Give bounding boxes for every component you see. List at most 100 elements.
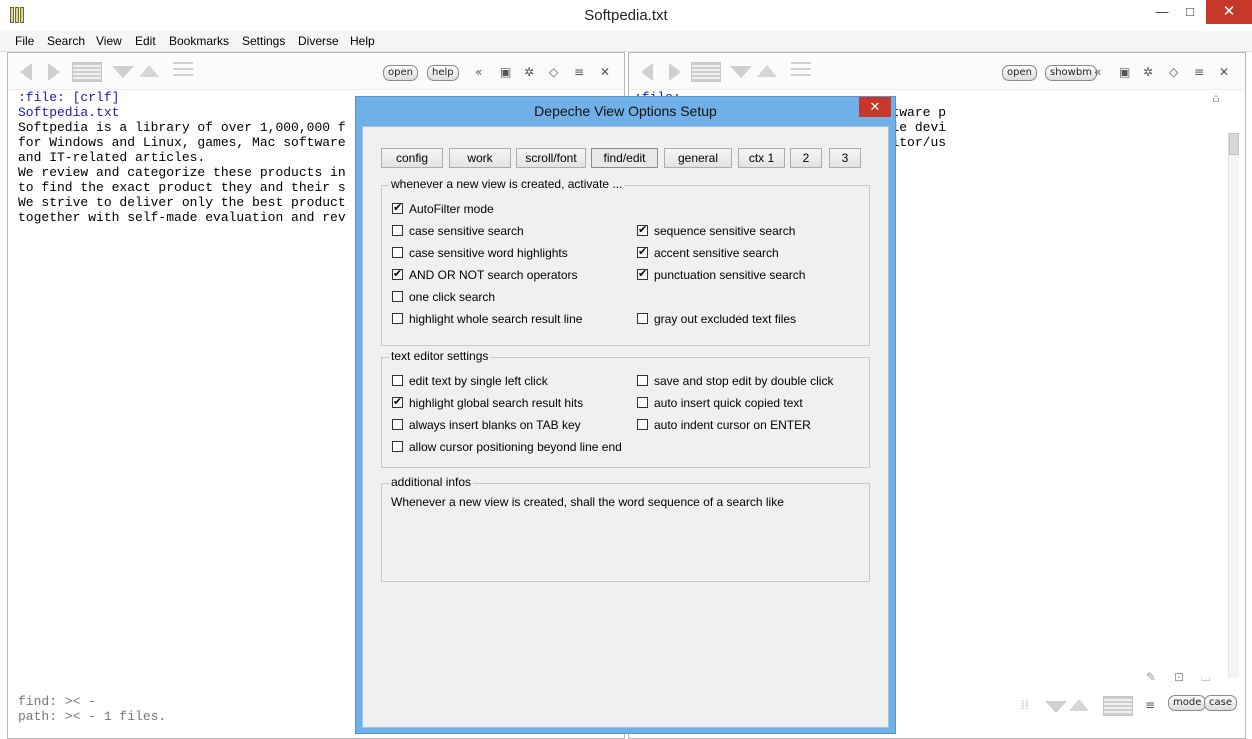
checkbox-box[interactable]: [392, 225, 403, 236]
new-view-group: whenever a new view is created, activate…: [381, 177, 870, 346]
and-or-not-operators-checkbox[interactable]: AND OR NOT search operators: [392, 267, 578, 282]
checkbox-box[interactable]: [392, 247, 403, 258]
pointer-icon[interactable]: ⊡: [1174, 670, 1184, 684]
scroll-down-icon[interactable]: [1045, 701, 1067, 713]
list-view-icon[interactable]: [691, 62, 721, 82]
checkbox-label: save and stop edit by double click: [654, 374, 834, 388]
tab-ctx-1[interactable]: ctx 1: [738, 148, 785, 168]
autofilter-mode-checkbox[interactable]: AutoFilter mode: [392, 201, 494, 216]
collapse-icon[interactable]: ≡: [1194, 65, 1204, 79]
checkbox-box[interactable]: [637, 419, 648, 430]
scrollbar-thumb[interactable]: [1229, 133, 1239, 155]
tab-2[interactable]: 2: [790, 148, 822, 168]
tab-work[interactable]: work: [449, 148, 511, 168]
checkbox-label: highlight whole search result line: [409, 312, 583, 326]
collapse-icon[interactable]: ≡: [574, 65, 584, 79]
tab-find-edit[interactable]: find/edit: [591, 148, 658, 168]
swap-icon[interactable]: ◇: [549, 65, 558, 79]
window-icon[interactable]: ▣: [1119, 65, 1130, 79]
gear-icon[interactable]: ✲: [1143, 65, 1153, 79]
lock-icon[interactable]: ⌂: [1212, 91, 1220, 105]
tab-scroll-font[interactable]: scroll/font: [516, 148, 586, 168]
close-view-icon[interactable]: ✕: [600, 65, 610, 79]
edit-single-click-checkbox[interactable]: edit text by single left click: [392, 374, 548, 388]
checkbox-box[interactable]: [637, 223, 648, 236]
checkbox-box[interactable]: [392, 395, 403, 408]
gear-icon[interactable]: ✲: [524, 65, 534, 79]
window-icon[interactable]: ▣: [500, 65, 511, 79]
back-arrow-icon[interactable]: [641, 63, 653, 81]
highlight-result-line-checkbox[interactable]: highlight whole search result line: [392, 312, 582, 326]
scroll-down-icon[interactable]: [730, 66, 752, 78]
gray-out-excluded-checkbox[interactable]: gray out excluded text files: [637, 312, 796, 326]
dialog-close-button[interactable]: ✕: [859, 97, 891, 117]
open-button[interactable]: open: [383, 65, 418, 81]
case-sensitive-search-checkbox[interactable]: case sensitive search: [392, 224, 524, 238]
forward-arrow-icon[interactable]: [48, 63, 60, 81]
menu-edit[interactable]: Edit: [135, 34, 156, 48]
text-content[interactable]: Softpedia is a library of over 1,000,000…: [18, 120, 346, 225]
mode-button[interactable]: mode: [1168, 695, 1207, 711]
showbm-button[interactable]: showbm: [1045, 65, 1097, 81]
menu-file[interactable]: File: [15, 34, 34, 48]
vertical-scrollbar[interactable]: [1228, 133, 1239, 678]
file-name[interactable]: Softpedia.txt: [18, 105, 119, 120]
checkbox-box[interactable]: [637, 313, 648, 324]
help-button[interactable]: help: [427, 65, 459, 81]
menu-settings[interactable]: Settings: [242, 34, 285, 48]
case-button[interactable]: case: [1204, 695, 1237, 711]
accent-sensitive-checkbox[interactable]: accent sensitive search: [637, 245, 779, 260]
checkbox-box[interactable]: [392, 291, 403, 302]
insert-blanks-tab-checkbox[interactable]: always insert blanks on TAB key: [392, 418, 581, 432]
checkbox-box[interactable]: [637, 245, 648, 258]
checkbox-box[interactable]: [392, 419, 403, 430]
checkbox-box[interactable]: [392, 375, 403, 386]
forward-arrow-icon[interactable]: [669, 63, 681, 81]
checkbox-box[interactable]: [392, 201, 403, 214]
cursor-beyond-line-end-checkbox[interactable]: allow cursor positioning beyond line end: [392, 440, 622, 454]
checkbox-box[interactable]: [392, 267, 403, 280]
maximize-button[interactable]: □: [1176, 0, 1204, 24]
scroll-up-icon[interactable]: [139, 65, 159, 77]
scroll-up-icon[interactable]: [1069, 699, 1089, 711]
tab-config[interactable]: config: [381, 148, 443, 168]
menu-lines-icon[interactable]: [791, 62, 811, 80]
lines-icon[interactable]: ≡: [1145, 698, 1155, 712]
checkbox-box[interactable]: [637, 267, 648, 280]
double-left-icon[interactable]: «: [1094, 65, 1101, 79]
minimize-button[interactable]: —: [1148, 0, 1176, 24]
grid-icon[interactable]: ⁞⁞: [1021, 698, 1029, 712]
menu-view[interactable]: View: [96, 34, 122, 48]
auto-indent-enter-checkbox[interactable]: auto indent cursor on ENTER: [637, 418, 811, 432]
list-view-icon[interactable]: [1103, 696, 1133, 716]
scroll-down-icon[interactable]: [112, 66, 134, 78]
list-view-icon[interactable]: [72, 62, 102, 82]
open-button[interactable]: open: [1002, 65, 1037, 81]
close-view-icon[interactable]: ✕: [1219, 65, 1229, 79]
menu-bookmarks[interactable]: Bookmarks: [169, 34, 229, 48]
auto-insert-copied-checkbox[interactable]: auto insert quick copied text: [637, 396, 803, 410]
checkbox-box[interactable]: [392, 313, 403, 324]
menu-lines-icon[interactable]: [173, 62, 193, 80]
checkbox-box[interactable]: [392, 441, 403, 452]
close-button[interactable]: ✕: [1206, 0, 1252, 24]
scroll-up-icon[interactable]: [757, 65, 777, 77]
menu-help[interactable]: Help: [350, 34, 375, 48]
highlight-global-hits-checkbox[interactable]: highlight global search result hits: [392, 395, 583, 410]
checkbox-box[interactable]: [637, 375, 648, 386]
double-left-icon[interactable]: «: [475, 65, 482, 79]
checkbox-box[interactable]: [637, 397, 648, 408]
underline-icon[interactable]: ⌴: [1201, 670, 1211, 685]
menu-diverse[interactable]: Diverse: [298, 34, 339, 48]
one-click-search-checkbox[interactable]: one click search: [392, 290, 495, 304]
back-arrow-icon[interactable]: [20, 63, 32, 81]
save-stop-double-click-checkbox[interactable]: save and stop edit by double click: [637, 374, 833, 388]
menu-search[interactable]: Search: [47, 34, 85, 48]
tab-general[interactable]: general: [664, 148, 732, 168]
tab-3[interactable]: 3: [829, 148, 861, 168]
sequence-sensitive-checkbox[interactable]: sequence sensitive search: [637, 223, 795, 238]
edit-icon[interactable]: ✎: [1146, 670, 1156, 684]
swap-icon[interactable]: ◇: [1169, 65, 1178, 79]
punctuation-sensitive-checkbox[interactable]: punctuation sensitive search: [637, 267, 805, 282]
case-sensitive-highlights-checkbox[interactable]: case sensitive word highlights: [392, 246, 568, 260]
